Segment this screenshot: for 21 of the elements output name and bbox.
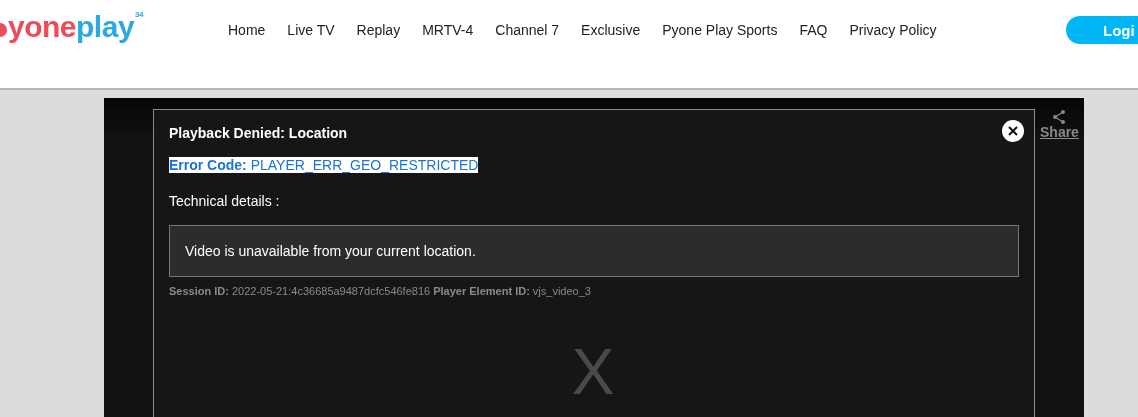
dialog-title: Playback Denied: Location xyxy=(169,125,348,141)
nav-link[interactable]: Replay xyxy=(356,22,401,38)
session-info: Session ID: 2022-05-21:4c36685a9487dcfc546fe816 Player Element ID: vjs_video_3 xyxy=(169,285,592,297)
nav-link[interactable]: Home xyxy=(228,22,266,38)
nav-link[interactable]: Live TV xyxy=(287,22,335,38)
error-message: Video is unavailable from your current location. xyxy=(169,225,1019,277)
technical-details-label: Technical details : xyxy=(169,193,281,209)
nav-link[interactable]: Pyone Play Sports xyxy=(662,22,778,38)
share-icon xyxy=(1053,110,1066,124)
logo-text: yone xyxy=(8,10,77,44)
error-code: Error Code: PLAYER_ERR_GEO_RESTRICTED xyxy=(169,157,479,173)
logo-text: play xyxy=(76,10,135,44)
logo-superscript-label: 34 xyxy=(135,10,143,19)
nav-link[interactable]: Privacy Policy xyxy=(849,22,937,38)
nav-link[interactable]: FAQ xyxy=(799,22,828,38)
nav-link[interactable]: Exclusive xyxy=(581,22,641,38)
nav-link[interactable]: Channel 7 xyxy=(495,22,560,38)
close-icon xyxy=(1008,126,1018,136)
nav-link[interactable]: MRTV-4 xyxy=(422,22,474,38)
close-button[interactable] xyxy=(1002,120,1024,142)
share-link[interactable]: Share xyxy=(1040,124,1079,140)
